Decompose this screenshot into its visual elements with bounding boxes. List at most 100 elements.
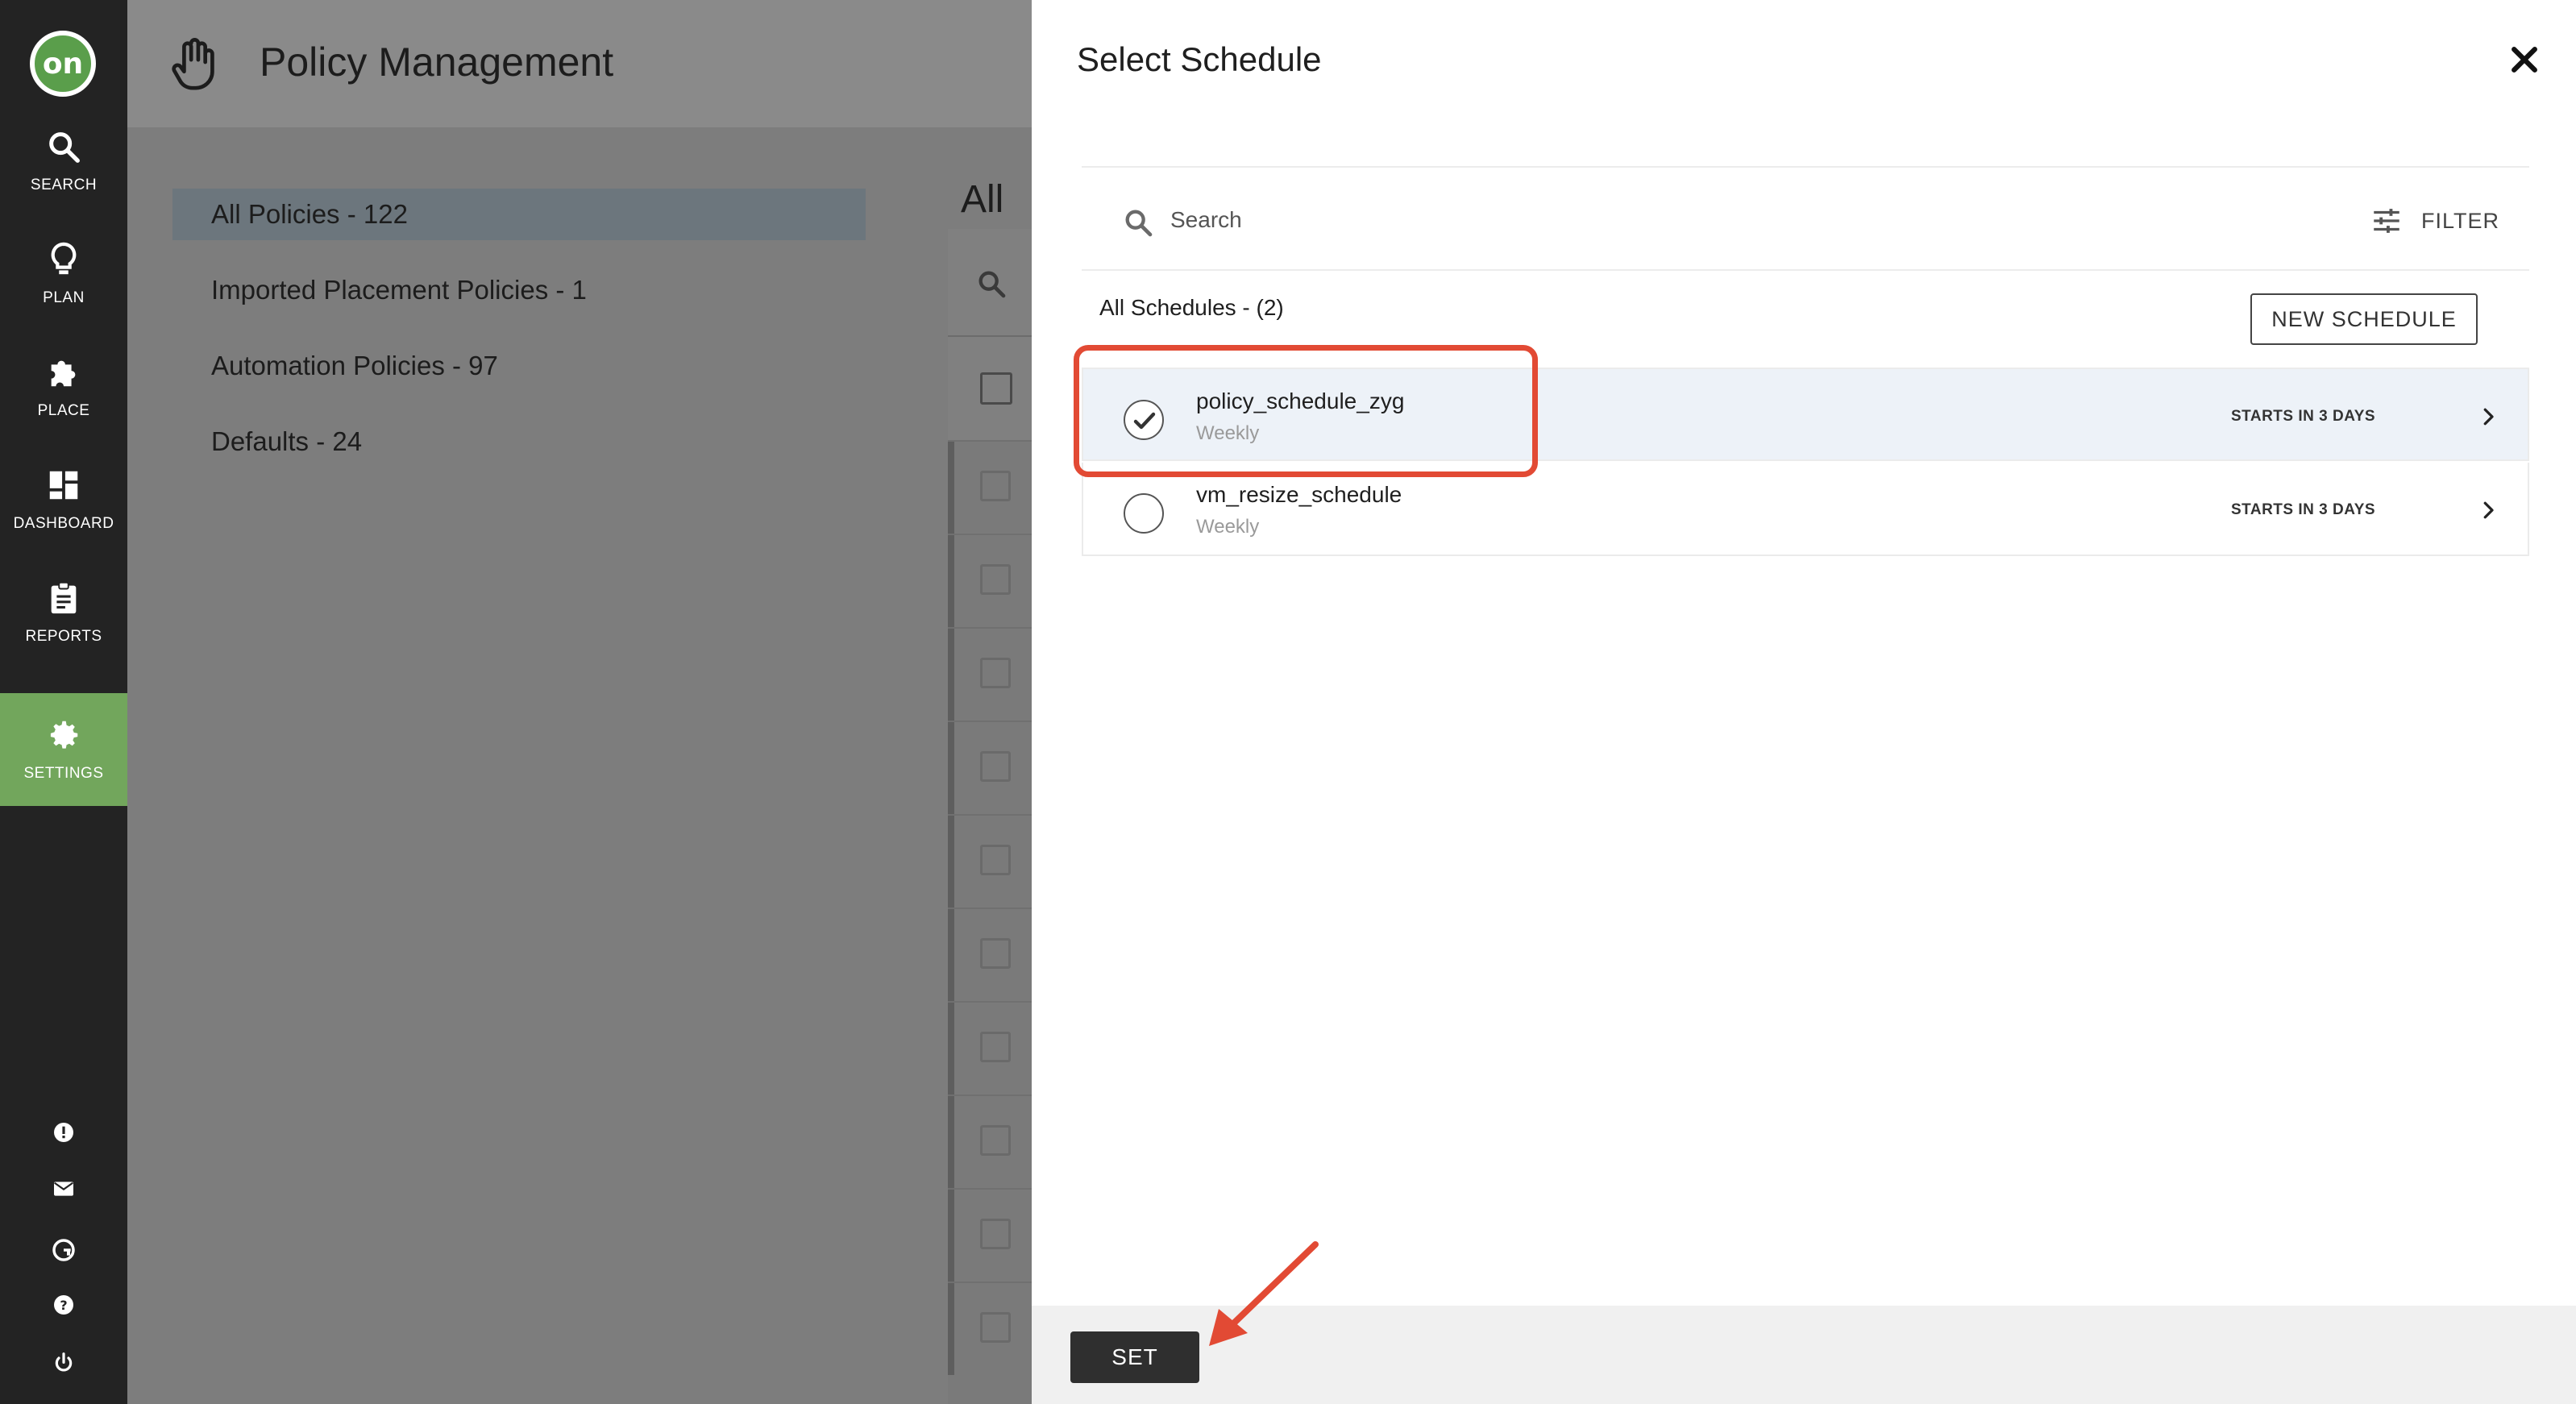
schedule-search-input[interactable] xyxy=(1170,195,2299,245)
table-row[interactable] xyxy=(948,1095,1032,1188)
new-schedule-button[interactable]: NEW SCHEDULE xyxy=(2250,293,2478,345)
alert-button[interactable] xyxy=(42,1111,85,1154)
schedule-frequency: Weekly xyxy=(1196,422,1260,444)
left-nav: on SEARCH PLAN PLACE DASHBOARD REPORTS S… xyxy=(0,0,127,1404)
row-checkbox[interactable] xyxy=(980,845,1011,875)
row-checkbox[interactable] xyxy=(980,1312,1011,1343)
select-all-checkbox[interactable] xyxy=(980,372,1012,405)
filter-label: FILTER xyxy=(2421,208,2500,233)
row-checkbox[interactable] xyxy=(980,938,1011,969)
row-checkbox[interactable] xyxy=(980,751,1011,782)
nav-item-plan[interactable]: PLAN xyxy=(0,218,127,330)
divider xyxy=(1082,269,2529,271)
schedule-row[interactable]: vm_resize_schedule Weekly STARTS IN 3 DA… xyxy=(1082,463,2529,556)
row-rail xyxy=(948,1283,954,1375)
row-rail xyxy=(948,816,954,908)
nav-label: PLACE xyxy=(37,402,90,419)
policy-page-overlay: Policy Management All Policies - 122 Imp… xyxy=(127,0,1032,1404)
gear-icon xyxy=(50,721,78,749)
row-rail xyxy=(948,1003,954,1095)
lightbulb-icon xyxy=(51,242,77,275)
table-row[interactable] xyxy=(948,534,1032,627)
table-row[interactable] xyxy=(948,721,1032,814)
category-item[interactable]: Automation Policies - 97 xyxy=(172,340,866,392)
filter-button[interactable]: FILTER xyxy=(2370,198,2499,243)
help-icon: ? xyxy=(54,1295,73,1315)
table-search-row xyxy=(948,229,1032,335)
page-header: Policy Management xyxy=(127,0,1032,127)
row-rail xyxy=(948,909,954,1001)
category-item[interactable]: All Policies - 122 xyxy=(172,189,866,240)
row-checkbox[interactable] xyxy=(980,564,1011,595)
schedule-starts: STARTS IN 3 DAYS xyxy=(2231,408,2376,425)
nav-label: DASHBOARD xyxy=(13,515,114,532)
search-icon xyxy=(1125,210,1153,237)
close-button[interactable] xyxy=(2507,42,2542,77)
row-checkbox[interactable] xyxy=(980,1219,1011,1249)
svg-text:?: ? xyxy=(60,1298,67,1313)
row-rail xyxy=(948,535,954,627)
search-icon xyxy=(978,271,1006,298)
panel-title: Select Schedule xyxy=(1077,40,1322,78)
alert-icon xyxy=(54,1123,73,1142)
g-button[interactable] xyxy=(42,1228,85,1272)
nav-item-place[interactable]: PLACE xyxy=(0,330,127,443)
puzzle-icon xyxy=(51,360,76,387)
policy-table-peek xyxy=(948,229,1032,1404)
search-icon xyxy=(49,132,80,163)
panel-footer: SET xyxy=(1032,1306,2576,1404)
row-rail xyxy=(948,629,954,721)
row-rail xyxy=(948,1190,954,1281)
dashboard-icon xyxy=(49,471,78,500)
table-row[interactable] xyxy=(948,627,1032,721)
table-row[interactable] xyxy=(948,814,1032,908)
nav-item-dashboard[interactable]: DASHBOARD xyxy=(0,443,127,556)
nav-item-search[interactable]: SEARCH xyxy=(0,105,127,218)
row-checkbox[interactable] xyxy=(980,1032,1011,1062)
g-logo-icon xyxy=(52,1239,75,1261)
nav-label: SETTINGS xyxy=(23,765,104,782)
all-schedules-count: All Schedules - (2) xyxy=(1099,295,1284,320)
schedule-frequency: Weekly xyxy=(1196,516,1260,538)
category-item[interactable]: Defaults - 24 xyxy=(172,416,866,467)
chevron-right-icon[interactable] xyxy=(2476,405,2500,429)
nav-label: SEARCH xyxy=(30,177,98,193)
row-rail xyxy=(948,1096,954,1188)
schedule-name: vm_resize_schedule xyxy=(1196,482,1402,507)
select-schedule-panel: Select Schedule FILTER All Schedules - (… xyxy=(1032,0,2576,1404)
category-item[interactable]: Imported Placement Policies - 1 xyxy=(172,264,866,316)
nav-label: REPORTS xyxy=(25,628,102,645)
row-checkbox[interactable] xyxy=(980,471,1011,501)
page-title: Policy Management xyxy=(260,39,614,85)
row-checkbox[interactable] xyxy=(980,658,1011,688)
logo-text: on xyxy=(42,47,84,81)
sliders-icon xyxy=(2374,209,2399,233)
mail-icon xyxy=(54,1182,73,1196)
table-row[interactable] xyxy=(948,440,1032,534)
set-button[interactable]: SET xyxy=(1070,1331,1199,1383)
schedule-radio[interactable] xyxy=(1124,493,1164,534)
checkmark-icon xyxy=(1133,412,1156,430)
table-row[interactable] xyxy=(948,1188,1032,1281)
table-row[interactable] xyxy=(948,1281,1032,1375)
nav-label: PLAN xyxy=(43,289,85,306)
clipboard-icon xyxy=(51,581,77,614)
schedule-row[interactable]: policy_schedule_zyg Weekly STARTS IN 3 D… xyxy=(1082,368,2529,461)
table-row[interactable] xyxy=(948,1001,1032,1095)
turbonomic-logo[interactable]: on xyxy=(30,31,96,97)
close-icon xyxy=(2512,47,2537,73)
mail-button[interactable] xyxy=(42,1167,85,1211)
table-row[interactable] xyxy=(948,908,1032,1001)
schedule-radio-checked[interactable] xyxy=(1124,400,1164,440)
policy-category-list: All Policies - 122 Imported Placement Po… xyxy=(172,189,866,492)
help-button[interactable]: ? xyxy=(42,1283,85,1327)
nav-item-reports[interactable]: REPORTS xyxy=(0,556,127,669)
chevron-right-icon[interactable] xyxy=(2476,498,2500,522)
row-checkbox[interactable] xyxy=(980,1125,1011,1156)
row-rail xyxy=(948,722,954,814)
schedule-search-bar: FILTER xyxy=(1082,169,2529,269)
nav-item-settings[interactable]: SETTINGS xyxy=(0,693,127,806)
schedule-name: policy_schedule_zyg xyxy=(1196,388,1405,413)
power-icon xyxy=(55,1352,73,1372)
power-button[interactable] xyxy=(42,1341,85,1385)
